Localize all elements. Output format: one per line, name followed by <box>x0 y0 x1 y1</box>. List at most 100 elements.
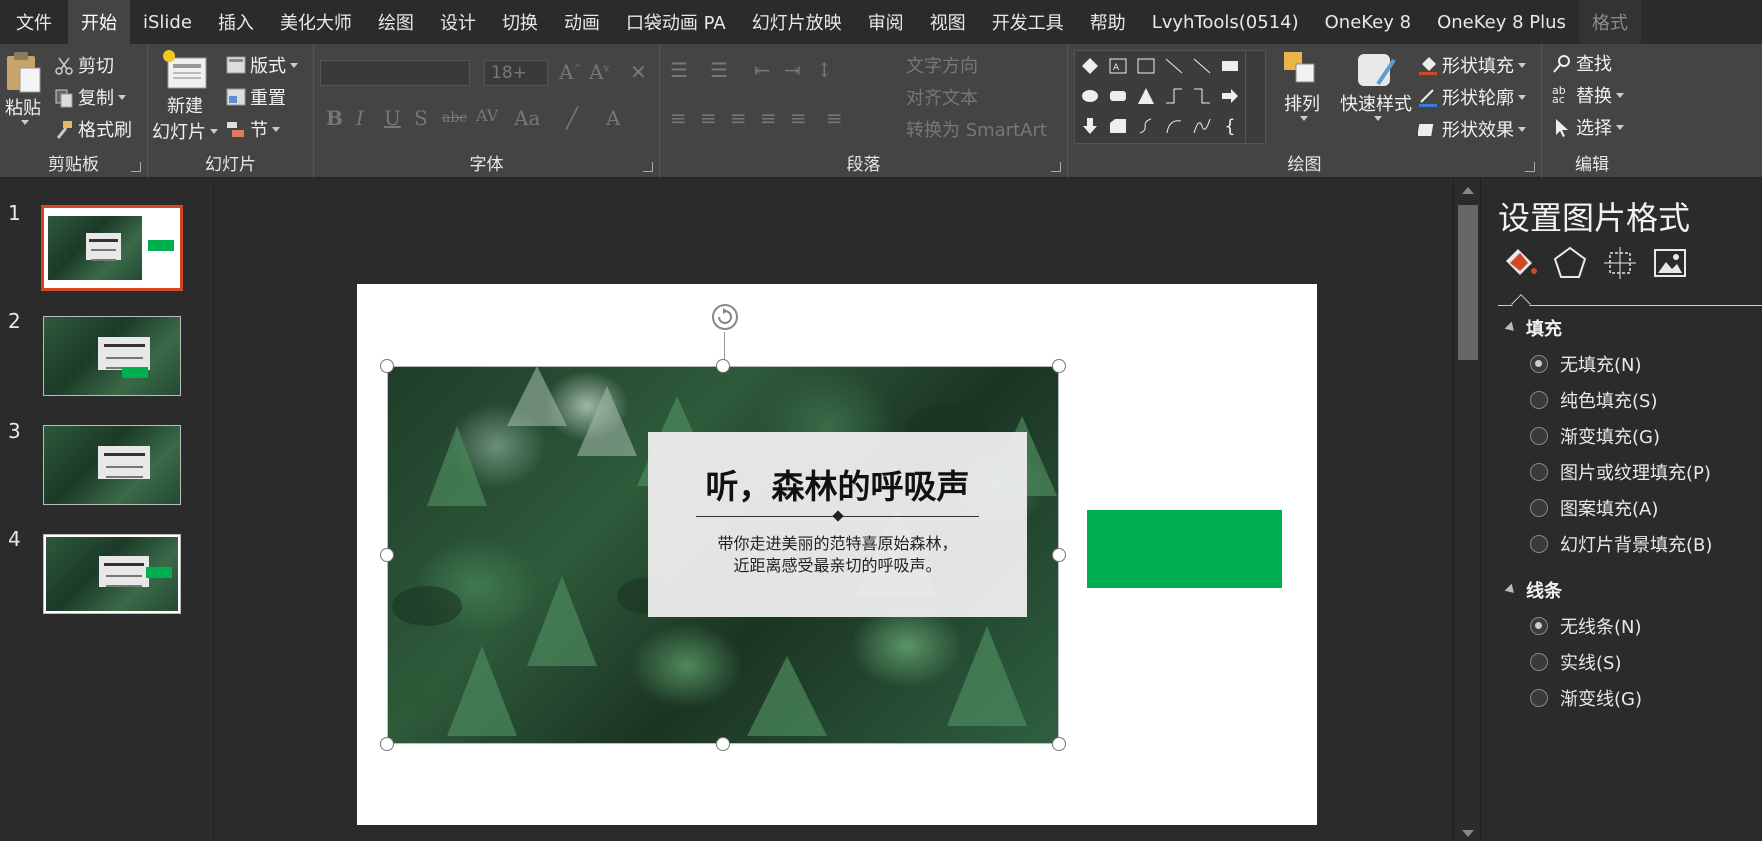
increase-font-icon[interactable]: A^ <box>559 60 582 84</box>
reset-button[interactable]: 重置 <box>226 84 286 110</box>
paste-button[interactable]: 粘贴 <box>4 50 42 125</box>
italic-icon[interactable]: I <box>356 106 364 130</box>
font-color-icon[interactable]: A <box>606 106 620 130</box>
shape-effects-button[interactable]: 形状效果 <box>1417 116 1526 142</box>
title-textbox[interactable]: 听，森林的呼吸声 带你走进美丽的范特喜原始森林， 近距离感受最亲切的呼吸声。 <box>648 432 1027 617</box>
underline-icon[interactable]: U <box>384 106 401 130</box>
cut-button[interactable]: 剪切 <box>54 52 114 78</box>
resize-handle-top-right[interactable] <box>1052 359 1066 373</box>
picture-icon[interactable] <box>1652 245 1688 281</box>
align-center-icon[interactable]: ≡ <box>700 106 717 130</box>
fill-section-header[interactable]: 填充 <box>1504 315 1562 341</box>
quick-styles-button[interactable]: 快速样式 <box>1340 50 1412 121</box>
radio-icon[interactable] <box>1530 427 1548 445</box>
line-spacing-icon[interactable]: ↕ <box>816 58 833 82</box>
tab-view[interactable]: 视图 <box>917 0 979 44</box>
tab-draw[interactable]: 绘图 <box>365 0 427 44</box>
tab-format[interactable]: 格式 <box>1578 0 1641 44</box>
shapes-gallery[interactable]: A { <box>1074 50 1266 144</box>
slide-thumbnail-3[interactable] <box>43 425 181 505</box>
fill-option-solid[interactable]: 纯色填充(S) <box>1530 387 1657 413</box>
tab-developer[interactable]: 开发工具 <box>979 0 1077 44</box>
tab-slideshow[interactable]: 幻灯片放映 <box>739 0 855 44</box>
resize-handle-right[interactable] <box>1052 548 1066 562</box>
tab-onekey8[interactable]: OneKey 8 <box>1312 0 1424 44</box>
format-painter-button[interactable]: 格式刷 <box>54 116 132 142</box>
fill-option-slide-background[interactable]: 幻灯片背景填充(B) <box>1530 531 1712 557</box>
green-rectangle-shape[interactable] <box>1087 510 1282 588</box>
radio-icon[interactable] <box>1530 355 1548 373</box>
distribute-icon[interactable]: ≡ <box>790 106 807 130</box>
resize-handle-bottom-right[interactable] <box>1052 737 1066 751</box>
tab-lvyhtools[interactable]: LvyhTools(0514) <box>1139 0 1312 44</box>
brace-shape-icon[interactable]: { <box>1219 115 1241 137</box>
paragraph-launcher-icon[interactable] <box>1051 162 1061 172</box>
down-arrow-shape-icon[interactable] <box>1079 115 1101 137</box>
diamond-shape-icon[interactable] <box>1079 55 1101 77</box>
radio-icon[interactable] <box>1530 617 1548 635</box>
numbering-icon[interactable]: ☰ <box>710 58 728 82</box>
fill-option-no-fill[interactable]: 无填充(N) <box>1530 351 1642 377</box>
triangle-shape-icon[interactable] <box>1135 85 1157 107</box>
arc-shape-icon[interactable] <box>1163 115 1185 137</box>
justify-icon[interactable]: ≡ <box>760 106 777 130</box>
scroll-up-arrow-icon[interactable] <box>1462 187 1474 194</box>
fill-option-picture-texture[interactable]: 图片或纹理填充(P) <box>1530 459 1711 485</box>
vertical-scrollbar[interactable] <box>1453 179 1481 841</box>
slide-title[interactable]: 听，森林的呼吸声 <box>648 460 1027 508</box>
scroll-down-arrow-icon[interactable] <box>1462 830 1474 837</box>
strikethrough-icon[interactable]: abc <box>442 110 467 126</box>
columns-icon[interactable]: ≡ <box>826 106 843 130</box>
tab-meihua[interactable]: 美化大师 <box>267 0 365 44</box>
rounded-rect-shape-icon[interactable] <box>1107 85 1129 107</box>
shape-fill-button[interactable]: 形状填充 <box>1418 52 1526 78</box>
resize-handle-bottom-left[interactable] <box>380 737 394 751</box>
resize-handle-bottom[interactable] <box>716 737 730 751</box>
effects-pentagon-icon[interactable] <box>1552 245 1588 281</box>
align-right-icon[interactable]: ≡ <box>730 106 747 130</box>
oval-shape-icon[interactable] <box>1079 85 1101 107</box>
align-left-icon[interactable]: ≡ <box>670 106 687 130</box>
tab-animations[interactable]: 动画 <box>551 0 613 44</box>
line-option-gradient[interactable]: 渐变线(G) <box>1530 685 1642 711</box>
tab-help[interactable]: 帮助 <box>1077 0 1139 44</box>
tab-islide[interactable]: iSlide <box>130 0 205 44</box>
line-shape-icon[interactable] <box>1163 55 1185 77</box>
shape-outline-button[interactable]: 形状轮廓 <box>1418 84 1526 110</box>
rectangle-shape-icon[interactable] <box>1219 55 1241 77</box>
radio-icon[interactable] <box>1530 391 1548 409</box>
arrange-button[interactable]: 排列 <box>1282 50 1322 121</box>
clipboard-launcher-icon[interactable] <box>131 162 141 172</box>
select-button[interactable]: 选择 <box>1552 114 1624 140</box>
tab-home[interactable]: 开始 <box>68 0 130 44</box>
slide-subtitle-line-2[interactable]: 近距离感受最亲切的呼吸声。 <box>648 552 1027 576</box>
section-button[interactable]: 节 <box>226 116 280 142</box>
shadow-icon[interactable]: S <box>414 106 428 130</box>
font-size-field[interactable]: 18+ <box>484 60 548 86</box>
slide-thumbnail-1[interactable] <box>41 205 183 291</box>
resize-handle-top-left[interactable] <box>380 359 394 373</box>
radio-icon[interactable] <box>1530 653 1548 671</box>
fill-line-icon[interactable] <box>1502 245 1538 281</box>
radio-icon[interactable] <box>1530 499 1548 517</box>
replace-button[interactable]: ab ac 替换 <box>1552 82 1624 108</box>
new-slide-button[interactable]: 新建 幻灯片 <box>152 48 218 144</box>
line-option-solid[interactable]: 实线(S) <box>1530 649 1621 675</box>
radio-icon[interactable] <box>1530 535 1548 553</box>
scrollbar-thumb[interactable] <box>1458 205 1478 360</box>
size-properties-icon[interactable] <box>1602 245 1638 281</box>
fill-option-pattern[interactable]: 图案填充(A) <box>1530 495 1658 521</box>
bold-icon[interactable]: B <box>326 106 343 130</box>
freeform-shape-icon[interactable] <box>1135 115 1157 137</box>
find-button[interactable]: 查找 <box>1552 50 1612 76</box>
bullets-icon[interactable]: ☰ <box>670 58 688 82</box>
line-option-no-line[interactable]: 无线条(N) <box>1530 613 1642 639</box>
line-section-header[interactable]: 线条 <box>1504 577 1562 603</box>
layout-button[interactable]: 版式 <box>226 52 298 78</box>
font-name-field[interactable] <box>320 60 470 86</box>
char-spacing-icon[interactable]: AV <box>476 106 498 125</box>
tab-onekey8plus[interactable]: OneKey 8 Plus <box>1424 0 1579 44</box>
increase-indent-icon[interactable]: ⇥ <box>784 58 801 82</box>
decrease-indent-icon[interactable]: ⇤ <box>754 58 771 82</box>
align-text-button[interactable]: 对齐文本 <box>882 84 978 110</box>
